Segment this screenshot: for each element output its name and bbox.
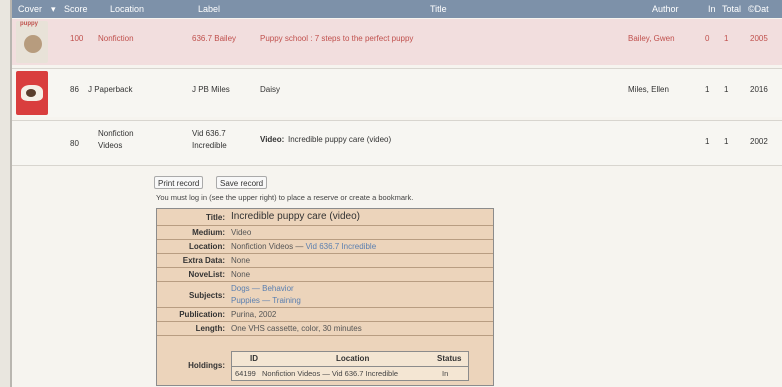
in-count: 0 [705,34,710,43]
holdings-col-id: ID [250,354,258,363]
dog-face-icon [26,89,36,97]
label: 636.7 Bailey [192,34,237,43]
total-count: 1 [724,137,729,146]
location: Nonfiction [98,34,134,43]
location: J Paperback [88,85,133,94]
col-date[interactable]: ©Dat [748,4,769,14]
subject-link-puppies[interactable]: Puppies — Training [231,296,301,305]
book-cover-image[interactable] [16,71,48,115]
col-in[interactable]: In [708,4,716,14]
table-row[interactable]: puppy 100 Nonfiction 636.7 Bailey Puppy … [12,19,782,65]
total-count: 1 [724,34,729,43]
location-line1: Nonfiction [98,129,134,138]
extra-data-value: None [231,256,251,265]
novelist-label: NoveList: [188,270,225,279]
col-cover[interactable]: Cover [18,4,42,14]
holding-id: 64199 [235,369,256,378]
location-label: Location: [189,242,225,251]
length-value: One VHS cassette, color, 30 minutes [231,324,362,333]
date: 2002 [750,137,768,146]
col-total[interactable]: Total [722,4,741,14]
title-link[interactable]: Incredible puppy care (video) [288,135,391,144]
medium-label: Medium: [192,228,225,237]
holdings-col-status: Status [437,354,462,363]
holding-location: Nonfiction Videos — Vid 636.7 Incredible [262,369,399,378]
col-author[interactable]: Author [652,4,679,14]
results-table-header: Cover ▾ Score Location Label Title Autho… [12,0,782,18]
col-title[interactable]: Title [430,4,447,14]
holdings-label: Holdings: [188,361,225,370]
location-value: Nonfiction Videos — Vid 636.7 Incredible [231,242,376,251]
col-label[interactable]: Label [198,4,220,14]
extra-data-label: Extra Data: [182,256,225,265]
subject-link-dogs[interactable]: Dogs — Behavior [231,284,294,293]
label: J PB Miles [192,85,230,94]
publication-label: Publication: [179,310,225,319]
in-count: 1 [705,85,710,94]
save-record-button[interactable]: Save record [216,176,268,189]
holding-status: In [442,369,449,378]
location-text: Nonfiction Videos — [231,242,304,251]
col-location[interactable]: Location [110,4,144,14]
book-cover-image[interactable]: puppy [16,21,48,63]
title-link[interactable]: Daisy [260,85,280,94]
author: Miles, Ellen [628,85,669,94]
puppy-icon [24,35,42,53]
score: 80 [70,139,79,148]
label-line2: Incredible [192,141,227,150]
score: 86 [70,85,79,94]
in-count: 1 [705,137,710,146]
publication-value: Purina, 2002 [231,310,277,319]
title-prefix: Video: [260,135,285,144]
date: 2016 [750,85,768,94]
sort-arrow-icon[interactable]: ▾ [51,4,56,15]
holdings-table: ID Location Status 64199 Nonfiction Vide… [231,351,469,381]
title-label: Title: [206,213,225,222]
score: 100 [70,34,84,43]
table-row[interactable]: 80 Nonfiction Videos Vid 636.7 Incredibl… [12,120,782,166]
call-number-link[interactable]: Vid 636.7 Incredible [306,242,377,251]
title-link[interactable]: Puppy school : 7 steps to the perfect pu… [260,34,413,43]
label-line1: Vid 636.7 [192,129,226,138]
medium-value: Video [231,228,252,237]
novelist-value: None [231,270,251,279]
print-record-button[interactable]: Print record [154,176,204,189]
length-label: Length: [195,324,225,333]
detail-title: Incredible puppy care (video) [231,211,360,222]
total-count: 1 [724,85,729,94]
record-detail-panel: Title: Incredible puppy care (video) Med… [156,208,494,386]
catalog-results-window: Cover ▾ Score Location Label Title Autho… [10,0,782,387]
cover-text: puppy [20,21,38,27]
holdings-col-location: Location [336,354,370,363]
location-line2: Videos [98,141,123,150]
col-score[interactable]: Score [64,4,88,14]
login-message: You must log in (see the upper right) to… [156,193,414,202]
date: 2005 [750,34,768,43]
table-row[interactable]: 86 J Paperback J PB Miles Daisy Miles, E… [12,68,782,117]
author: Bailey, Gwen [628,34,675,43]
subjects-label: Subjects: [188,291,225,300]
